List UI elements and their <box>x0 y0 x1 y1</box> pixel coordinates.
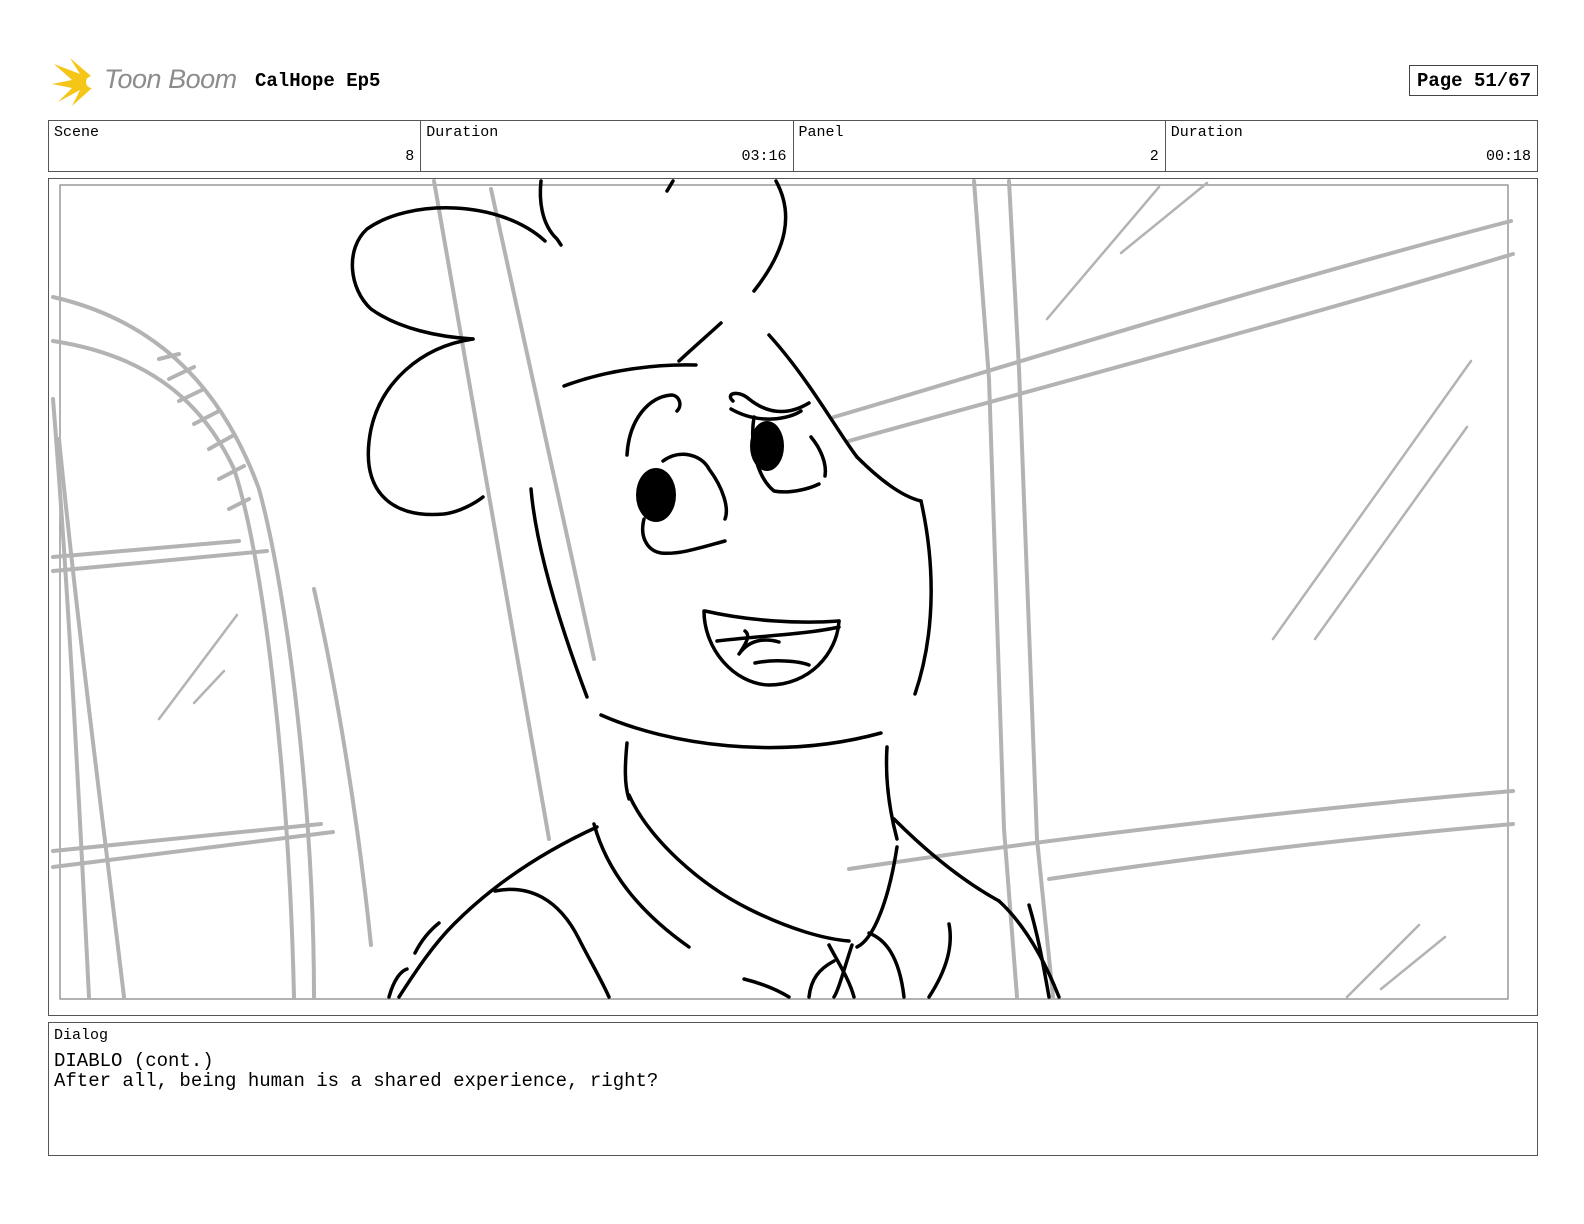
logo-text: Toon Boom <box>104 64 237 94</box>
dialog-line: After all, being human is a shared exper… <box>54 1070 659 1092</box>
toon-boom-burst-icon <box>52 58 98 106</box>
page-number: Page 51/67 <box>1408 65 1538 96</box>
panel-duration-value: 00:18 <box>1485 148 1531 165</box>
panel-value: 2 <box>1149 148 1159 165</box>
scene-duration-value: 03:16 <box>741 148 787 165</box>
panel-duration-cell: Duration 00:18 <box>1166 121 1537 171</box>
panel-cell: Panel 2 <box>794 121 1166 171</box>
scene-duration-label: Duration <box>426 124 499 141</box>
panel-duration-label: Duration <box>1170 124 1243 141</box>
project-title: CalHope Ep5 <box>255 70 381 92</box>
scene-duration-cell: Duration 03:16 <box>421 121 794 171</box>
info-table: Scene 8 Duration 03:16 Panel 2 Duration … <box>48 120 1538 172</box>
panel-label: Panel <box>798 124 844 141</box>
scene-value: 8 <box>405 148 415 165</box>
storyboard-panel <box>48 178 1538 1016</box>
scene-cell: Scene 8 <box>49 121 422 171</box>
dialog-label: Dialog <box>54 1027 109 1044</box>
dialog-box: Dialog DIABLO (cont.) After all, being h… <box>48 1022 1538 1156</box>
dialog-speaker: DIABLO (cont.) <box>54 1050 214 1072</box>
toon-boom-logo: Toon Boom <box>50 54 240 110</box>
scene-label: Scene <box>54 124 100 141</box>
page-header: Toon Boom CalHope Ep5 Page 51/67 <box>50 54 1538 110</box>
storyboard-sketch <box>51 179 1515 1000</box>
